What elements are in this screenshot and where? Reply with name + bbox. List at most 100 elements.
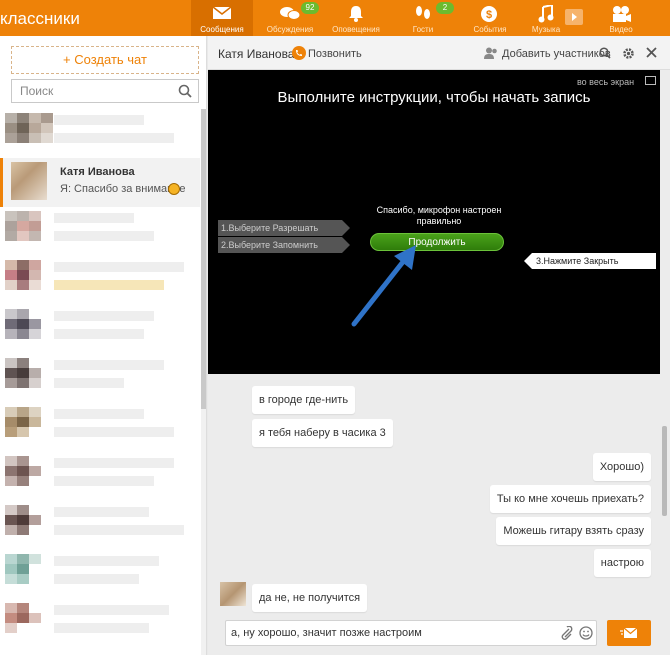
message-thread: в городе где-нить я тебя наберу в часика…	[208, 374, 660, 614]
search-icon[interactable]	[599, 47, 611, 59]
message-input[interactable]: а, ну хорошо, значит позже настроим	[225, 620, 597, 646]
incoming-message: в городе где-нить	[252, 386, 356, 414]
avatar	[5, 603, 53, 643]
chat-list: Катя Иванова Я: Спасибо за внимание	[0, 109, 200, 655]
call-button[interactable]: Позвонить	[308, 48, 362, 60]
chat-list-item[interactable]	[0, 109, 200, 158]
redacted-preview	[54, 427, 174, 437]
paperclip-icon[interactable]	[559, 626, 573, 641]
chat-list-item[interactable]	[0, 501, 200, 550]
avatar	[5, 309, 53, 349]
send-button[interactable]	[607, 620, 651, 646]
scrollbar-thumb[interactable]	[201, 109, 206, 409]
redacted-name	[54, 360, 164, 370]
gear-icon[interactable]	[622, 47, 635, 60]
incoming-message: я тебя наберу в часика 3	[252, 419, 393, 447]
chat-list-item[interactable]	[0, 305, 200, 354]
nav-music-label: Музыка	[531, 25, 561, 34]
close-icon[interactable]	[646, 47, 657, 58]
create-chat-label: Создать чат	[74, 52, 147, 67]
redacted-preview	[54, 329, 144, 339]
send-icon	[620, 627, 638, 638]
chat-contact-name[interactable]: Катя Иванова	[218, 47, 294, 61]
redacted-name	[54, 605, 169, 615]
chat-list-item-active[interactable]: Катя Иванова Я: Спасибо за внимание	[0, 158, 200, 207]
nav-discussions-label: Обсуждения	[266, 25, 314, 34]
nav-guests-label: Гости	[412, 25, 434, 34]
microphone-status-text: Спасибо, микрофон настроен правильно	[376, 205, 502, 226]
chat-list-item[interactable]	[0, 256, 200, 305]
instruction-step-2: 2.Выберите Запомнить	[218, 237, 350, 253]
scrollbar-thumb[interactable]	[662, 426, 667, 516]
phone-icon[interactable]	[292, 46, 306, 60]
full-screen-link[interactable]: во весь экран	[577, 77, 634, 87]
redacted-name	[54, 458, 174, 468]
outgoing-message: настрою	[593, 549, 651, 577]
instruction-step-1: 1.Выберите Разрешать	[218, 220, 350, 236]
bell-icon	[349, 6, 363, 22]
nav-guests[interactable]: 2 Гости	[392, 0, 454, 36]
redacted-preview	[54, 476, 154, 486]
nav-video-label: Видео	[609, 25, 633, 34]
envelope-icon	[212, 6, 232, 19]
chat-list-item[interactable]	[0, 550, 200, 599]
redacted-preview	[54, 378, 124, 388]
chat-list-item[interactable]	[0, 452, 200, 501]
chat-header: Катя Иванова Позвонить Добавить участник…	[208, 36, 670, 70]
add-participants-icon[interactable]	[484, 47, 498, 59]
search-input[interactable]	[12, 80, 172, 102]
add-participants-button[interactable]: Добавить участников	[502, 48, 611, 60]
redacted-preview	[54, 133, 174, 143]
avatar	[5, 554, 53, 594]
search-box	[11, 79, 199, 103]
avatar	[5, 260, 53, 300]
nav-messages-label: Сообщения	[200, 25, 244, 34]
sidebar-scrollbar[interactable]	[201, 109, 206, 655]
incoming-message: да не, не получится	[252, 584, 368, 612]
nav-messages[interactable]: Сообщения	[191, 0, 253, 36]
avatar	[5, 505, 53, 545]
avatar	[5, 113, 53, 153]
fullscreen-icon[interactable]	[645, 76, 656, 85]
outgoing-message: Хорошо)	[592, 453, 651, 481]
instruction-step-3: 3.Нажмите Закрыть	[524, 253, 656, 269]
smiley-sticker-icon	[168, 183, 180, 195]
nav-discussions[interactable]: 92 Обсуждения	[259, 0, 321, 36]
chat-list-item[interactable]	[0, 207, 200, 256]
chat-scrollbar[interactable]	[662, 374, 667, 614]
brand-logo[interactable]: классники	[0, 9, 80, 29]
events-icon: $	[481, 6, 497, 22]
outgoing-message: Ты ко мне хочешь приехать?	[489, 485, 651, 513]
nav-notifications-label: Оповещения	[332, 25, 380, 34]
video-camera-icon	[613, 6, 631, 22]
redacted-preview	[54, 280, 164, 290]
message-preview: Я: Спасибо за внимание	[60, 183, 186, 195]
outgoing-message: Можешь гитару взять сразу	[496, 517, 651, 545]
redacted-name	[54, 409, 144, 419]
redacted-preview	[54, 231, 154, 241]
recording-instructions-overlay: во весь экран Выполните инструкции, чтоб…	[208, 70, 660, 374]
redacted-name	[54, 213, 134, 223]
search-icon[interactable]	[178, 84, 192, 98]
message-input-text: а, ну хорошо, значит позже настроим	[231, 627, 422, 639]
music-icon	[538, 5, 554, 23]
redacted-name	[54, 556, 159, 566]
chat-list-item[interactable]	[0, 599, 200, 648]
chat-sidebar: + Создать чат Катя Иванова Я: Спасибо за…	[0, 36, 207, 655]
pointer-arrow-icon	[351, 245, 416, 327]
play-icon[interactable]	[565, 9, 583, 25]
guests-badge: 2	[436, 2, 454, 14]
nav-events[interactable]: $ События	[459, 0, 521, 36]
overlay-title: Выполните инструкции, чтобы начать запис…	[277, 89, 591, 106]
top-navigation-bar: классники Сообщения 92 Обсуждения Оповещ…	[0, 0, 670, 36]
create-chat-button[interactable]: + Создать чат	[11, 46, 199, 74]
avatar	[220, 582, 246, 606]
emoji-icon[interactable]	[579, 626, 593, 640]
nav-notifications[interactable]: Оповещения	[325, 0, 387, 36]
chat-list-item[interactable]	[0, 403, 200, 452]
chat-list-item[interactable]	[0, 354, 200, 403]
redacted-preview	[54, 623, 149, 633]
discussions-badge: 92	[301, 2, 319, 14]
nav-video[interactable]: Видео	[590, 0, 652, 36]
redacted-preview	[54, 525, 184, 535]
